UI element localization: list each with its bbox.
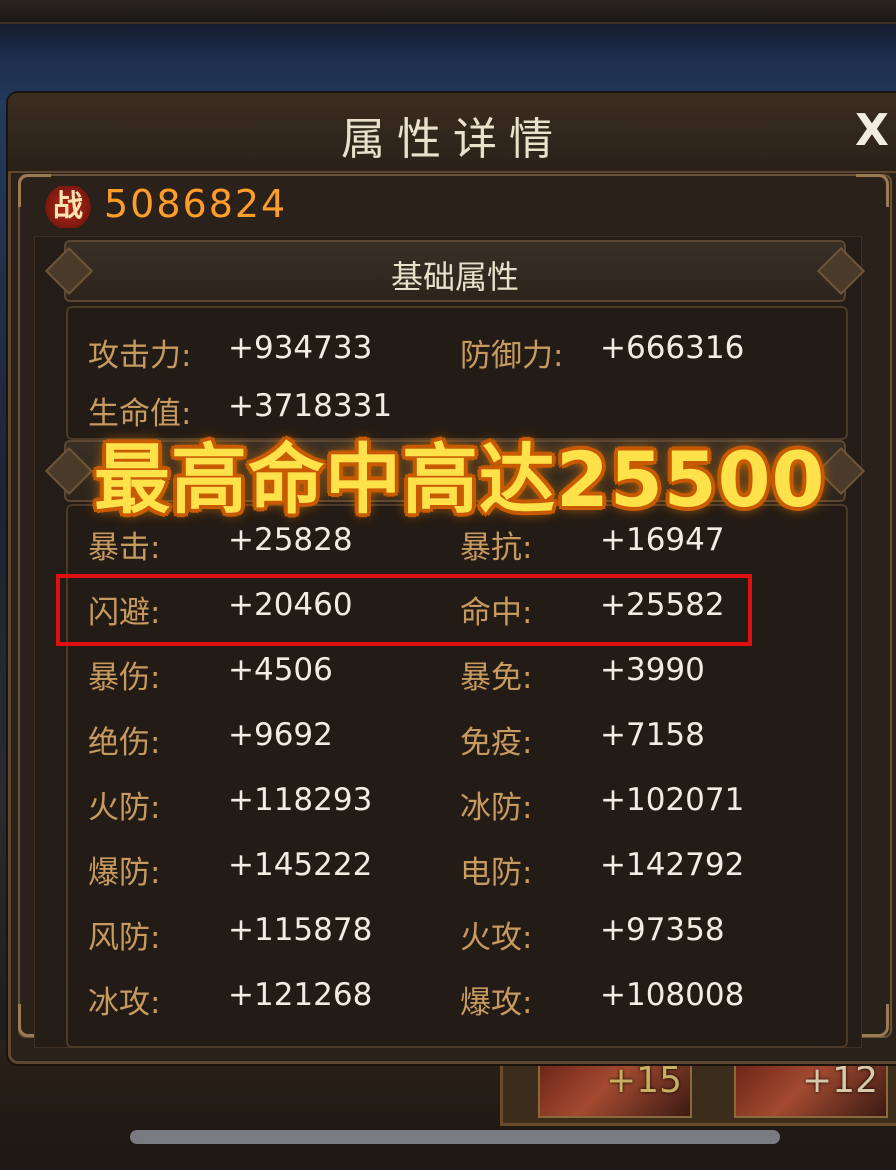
stat-label: 冰防: <box>460 790 533 826</box>
stat-value: +9692 <box>228 717 333 753</box>
stat-label: 暴免: <box>460 660 533 696</box>
stat-label: 火攻: <box>460 920 533 956</box>
top-bar-strip <box>0 0 896 24</box>
stat-value: +666316 <box>600 330 745 366</box>
scrollbar[interactable] <box>130 1130 780 1144</box>
stat-label: 防御力: <box>460 338 564 374</box>
stat-label: 火防: <box>88 790 161 826</box>
stat-value: +115878 <box>228 912 373 948</box>
stat-value: +102071 <box>600 782 745 818</box>
stat-label: 爆攻: <box>460 985 533 1021</box>
hero-card[interactable]: +12 <box>734 1058 888 1118</box>
panel-title: 属性详情 <box>341 114 565 165</box>
stat-value: +3990 <box>600 652 705 688</box>
section-title: 基础属性 <box>390 258 519 296</box>
battle-power-icon: 战 <box>44 186 92 228</box>
section-banner-basic: 基础属性 <box>44 240 866 302</box>
stat-value: +118293 <box>228 782 373 818</box>
hero-level: +15 <box>606 1060 682 1101</box>
stat-value: +4506 <box>228 652 333 688</box>
stat-label: 免疫: <box>460 725 533 761</box>
stat-label: 冰攻: <box>88 985 161 1021</box>
hero-level: +12 <box>802 1060 878 1101</box>
frame-corner <box>856 174 889 207</box>
stat-label: 暴击: <box>88 530 161 566</box>
stat-value: +142792 <box>600 847 745 883</box>
overlay-caption: 最高命中高达25500 <box>94 435 826 524</box>
stat-label: 爆防: <box>88 855 161 891</box>
stat-value: +145222 <box>228 847 373 883</box>
stat-label: 绝伤: <box>88 725 161 761</box>
battle-power-value: 5086824 <box>104 182 288 226</box>
close-button[interactable]: X <box>848 106 896 156</box>
stat-value: +108008 <box>600 977 745 1013</box>
stat-label: 暴抗: <box>460 530 533 566</box>
stat-label: 风防: <box>88 920 161 956</box>
stat-label: 攻击力: <box>88 338 192 374</box>
stat-label: 电防: <box>460 855 533 891</box>
hero-card[interactable]: +15 <box>538 1058 692 1118</box>
stat-value: +934733 <box>228 330 373 366</box>
highlight-box <box>56 574 752 646</box>
stat-value: +121268 <box>228 977 373 1013</box>
stat-label: 暴伤: <box>88 660 161 696</box>
stat-value: +7158 <box>600 717 705 753</box>
stat-value: +97358 <box>600 912 725 948</box>
